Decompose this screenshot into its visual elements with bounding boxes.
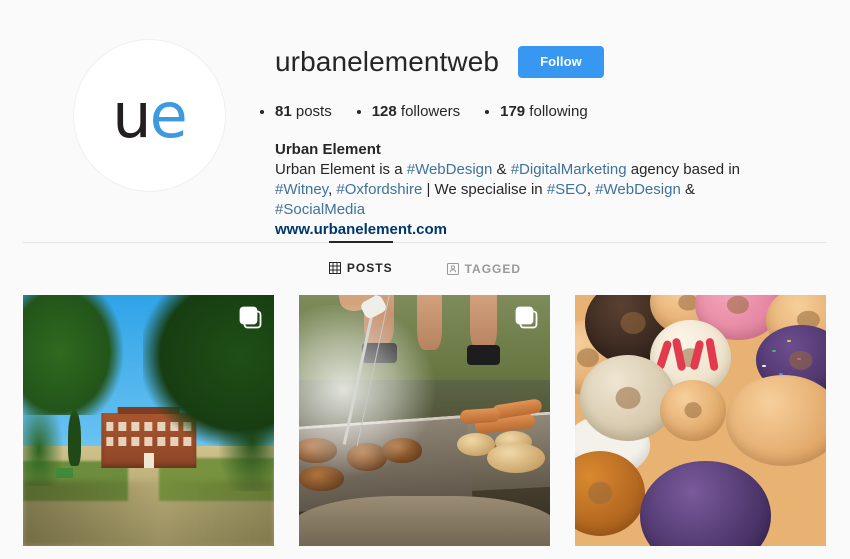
avatar[interactable]: ue bbox=[73, 40, 225, 191]
profile-info: urbanelementweb Follow 81 posts 128 foll… bbox=[275, 38, 827, 240]
stat-following-count: 179 bbox=[500, 103, 526, 120]
instagram-profile-page: ue urbanelementweb Follow 81 posts 128 f… bbox=[0, 0, 850, 559]
stat-posts[interactable]: 81 posts bbox=[275, 102, 332, 122]
follow-button[interactable]: Follow bbox=[518, 46, 604, 78]
profile-tabs: POSTS TAGGED bbox=[23, 241, 827, 295]
post-grid bbox=[23, 295, 827, 546]
brand-logo-icon: ue bbox=[112, 78, 188, 152]
bio-text-part: | We specialise in bbox=[422, 181, 547, 198]
stat-following-label: following bbox=[525, 103, 588, 120]
bio-text-part: & bbox=[680, 181, 695, 198]
post-tile[interactable] bbox=[299, 295, 550, 546]
hashtag-socialmedia[interactable]: #SocialMedia bbox=[275, 201, 365, 218]
profile-stats: 81 posts 128 followers 179 following bbox=[275, 102, 827, 122]
tab-posts[interactable]: POSTS bbox=[328, 241, 393, 293]
post-tile[interactable] bbox=[575, 295, 826, 546]
stat-following[interactable]: 179 following bbox=[500, 102, 588, 122]
stat-posts-count: 81 bbox=[275, 103, 292, 120]
avatar-column: ue bbox=[23, 38, 275, 191]
bio-text-part: , bbox=[586, 181, 596, 198]
hashtag-digitalmarketing[interactable]: #DigitalMarketing bbox=[511, 161, 627, 178]
post-image-doughnuts bbox=[575, 295, 826, 546]
profile-bio: Urban Element Urban Element is a #WebDes… bbox=[275, 140, 775, 240]
post-image-barbecue bbox=[299, 295, 550, 546]
hashtag-oxfordshire[interactable]: #Oxfordshire bbox=[336, 181, 422, 198]
bio-display-name: Urban Element bbox=[275, 141, 381, 158]
stat-followers[interactable]: 128 followers bbox=[372, 102, 460, 122]
post-tile[interactable] bbox=[23, 295, 274, 546]
tab-posts-label: POSTS bbox=[346, 261, 393, 275]
tagged-icon bbox=[446, 262, 459, 275]
username-row: urbanelementweb Follow bbox=[275, 42, 827, 82]
bio-text-part: & bbox=[492, 161, 511, 178]
logo-letter-u: u bbox=[112, 78, 151, 152]
logo-letter-e: e bbox=[149, 78, 188, 152]
hashtag-witney[interactable]: #Witney bbox=[275, 181, 328, 198]
post-image-manor-house bbox=[23, 295, 274, 546]
tab-tagged[interactable]: TAGGED bbox=[446, 242, 522, 294]
hashtag-webdesign-2[interactable]: #WebDesign bbox=[595, 181, 681, 198]
profile-header: ue urbanelementweb Follow 81 posts 128 f… bbox=[23, 38, 827, 238]
page-title: urbanelementweb bbox=[275, 46, 500, 77]
bio-description: Urban Element is a #WebDesign & #Digital… bbox=[275, 160, 775, 220]
bio-text-part: agency based in bbox=[626, 161, 740, 178]
hashtag-webdesign[interactable]: #WebDesign bbox=[407, 161, 493, 178]
grid-icon bbox=[328, 262, 341, 274]
bio-text-part: Urban Element is a bbox=[275, 161, 407, 178]
website-link[interactable]: www.urbanelement.com bbox=[275, 220, 775, 240]
profile-container: ue urbanelementweb Follow 81 posts 128 f… bbox=[23, 0, 827, 546]
hashtag-seo[interactable]: #SEO bbox=[547, 181, 587, 198]
stat-followers-count: 128 bbox=[371, 103, 397, 120]
stat-followers-label: followers bbox=[396, 103, 461, 120]
tab-tagged-label: TAGGED bbox=[464, 261, 522, 276]
stat-posts-label: posts bbox=[291, 103, 332, 120]
